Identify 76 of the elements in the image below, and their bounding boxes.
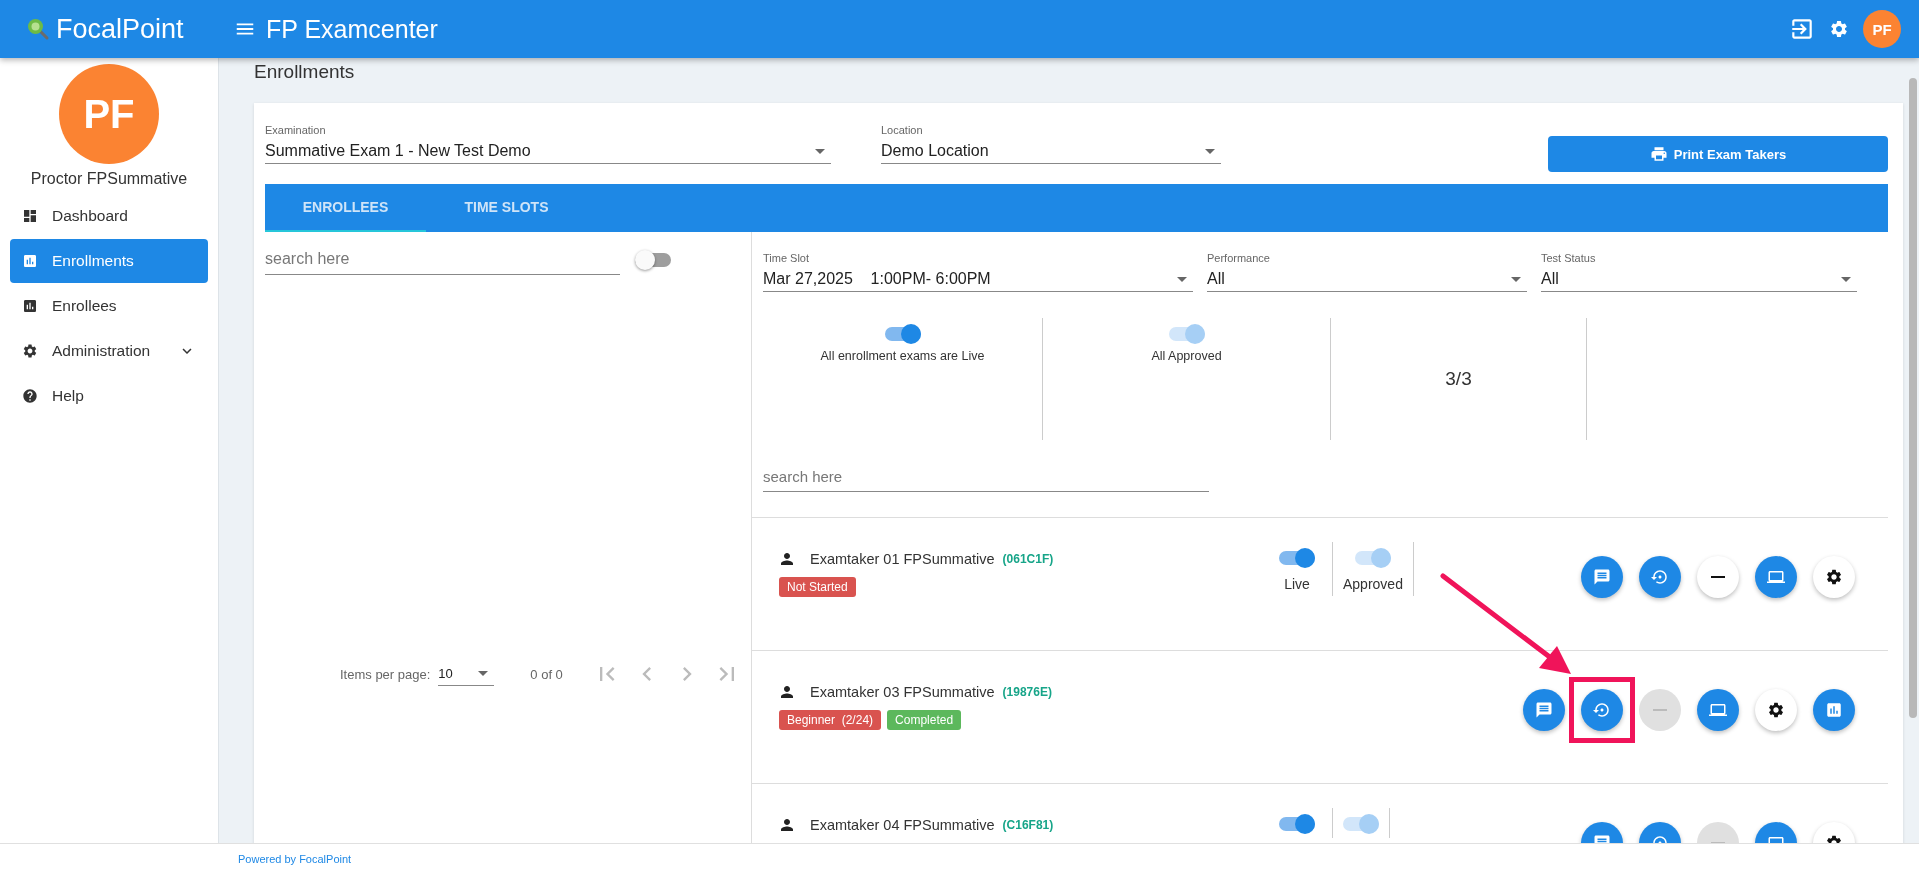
field-label: Test Status xyxy=(1541,252,1597,264)
restore-icon xyxy=(1593,701,1611,719)
dropdown-caret-icon xyxy=(1841,276,1851,282)
dropdown-caret-icon xyxy=(815,148,825,154)
nav-item[interactable]: Enrollees xyxy=(10,284,208,328)
toggle-label: All Approved xyxy=(1151,349,1222,363)
items-per-page-label: Items per page: xyxy=(340,666,431,682)
status-tag: Beginner (2/24) xyxy=(779,710,882,730)
enrollee-name: Examtaker 04 FPSummative xyxy=(810,817,995,833)
page-size-select[interactable]: 10 xyxy=(438,662,495,686)
person-icon xyxy=(778,683,796,701)
select-field[interactable]: Demo Location xyxy=(881,139,1221,164)
status-tag: Not Started xyxy=(779,577,856,597)
field-label: Location xyxy=(881,124,924,136)
dashboard-icon xyxy=(22,208,38,224)
page-title: Enrollments xyxy=(254,60,356,84)
enrollee-code: (C16F81) xyxy=(1002,818,1054,832)
bar-chart-icon xyxy=(22,253,38,269)
dropdown-caret-icon xyxy=(478,671,489,676)
bar-chart-icon xyxy=(1825,701,1843,719)
action-button[interactable] xyxy=(1813,556,1855,598)
user-avatar: PF xyxy=(59,64,159,164)
logout-icon[interactable] xyxy=(1789,16,1815,42)
footer-text: Powered by FocalPoint xyxy=(238,853,352,865)
settings-icon[interactable] xyxy=(1829,19,1849,39)
help-icon xyxy=(22,388,38,404)
search-field[interactable]: search here xyxy=(265,244,620,275)
toggle-label: Approved xyxy=(1343,576,1403,592)
user-name: Proctor FPSummative xyxy=(29,170,189,188)
magnifier-logo-icon xyxy=(26,17,50,41)
laptop-icon xyxy=(1709,701,1727,719)
person-icon xyxy=(778,550,796,568)
toggle-switch[interactable] xyxy=(1279,814,1315,834)
field-label: Time Slot xyxy=(763,252,811,264)
action-button[interactable] xyxy=(1755,689,1797,731)
printer-icon xyxy=(1649,145,1668,163)
dropdown-caret-icon xyxy=(1511,276,1521,282)
laptop-icon xyxy=(1767,568,1785,586)
bar-chart-icon xyxy=(22,298,38,314)
minus-icon xyxy=(1653,709,1667,711)
select-field[interactable]: Mar 27,2025 1:00PM- 6:00PM xyxy=(763,267,1193,292)
enrollee-name: Examtaker 03 FPSummative xyxy=(810,684,995,700)
dropdown-caret-icon xyxy=(1177,276,1187,282)
enrollee-count: 3/3 xyxy=(1445,368,1472,390)
dropdown-caret-icon xyxy=(1205,148,1215,154)
gear-icon xyxy=(22,343,38,359)
nav-item[interactable]: Administration xyxy=(10,329,208,373)
enrollee-name: Examtaker 01 FPSummative xyxy=(810,551,995,567)
status-tag: Completed xyxy=(887,710,962,730)
field-label: Examination xyxy=(265,124,327,136)
nav-item[interactable]: Dashboard xyxy=(10,194,208,238)
search-field[interactable]: search here xyxy=(763,462,1209,492)
select-field[interactable]: Summative Exam 1 - New Test Demo xyxy=(265,139,831,164)
restore-icon xyxy=(1651,568,1669,586)
gear-icon xyxy=(1825,568,1843,586)
print-button[interactable]: Print Exam Takers xyxy=(1548,136,1888,172)
toggle-switch[interactable] xyxy=(884,324,921,344)
nav-item[interactable]: Help xyxy=(10,374,208,418)
select-field[interactable]: All xyxy=(1541,267,1857,292)
select-field[interactable]: All xyxy=(1207,267,1527,292)
page-range: 0 of 0 xyxy=(530,666,563,682)
nav-item[interactable]: Enrollments xyxy=(10,239,208,283)
field-label: Performance xyxy=(1207,252,1271,264)
message-icon xyxy=(1535,701,1553,719)
toggle-label: Live xyxy=(1284,576,1310,592)
enrollee-code: (061C1F) xyxy=(1002,552,1054,566)
toggle-switch[interactable] xyxy=(1279,548,1315,568)
toggle-label: All enrollment exams are Live xyxy=(820,349,985,363)
minus-icon xyxy=(1711,576,1725,578)
message-icon xyxy=(1593,568,1611,586)
enrollee-code: (19876E) xyxy=(1002,685,1052,699)
toggle-switch[interactable] xyxy=(635,249,671,270)
gear-icon xyxy=(1767,701,1785,719)
person-icon xyxy=(778,816,796,834)
brand-name: FocalPoint xyxy=(56,13,184,45)
app-title: FP Examcenter xyxy=(266,14,438,44)
